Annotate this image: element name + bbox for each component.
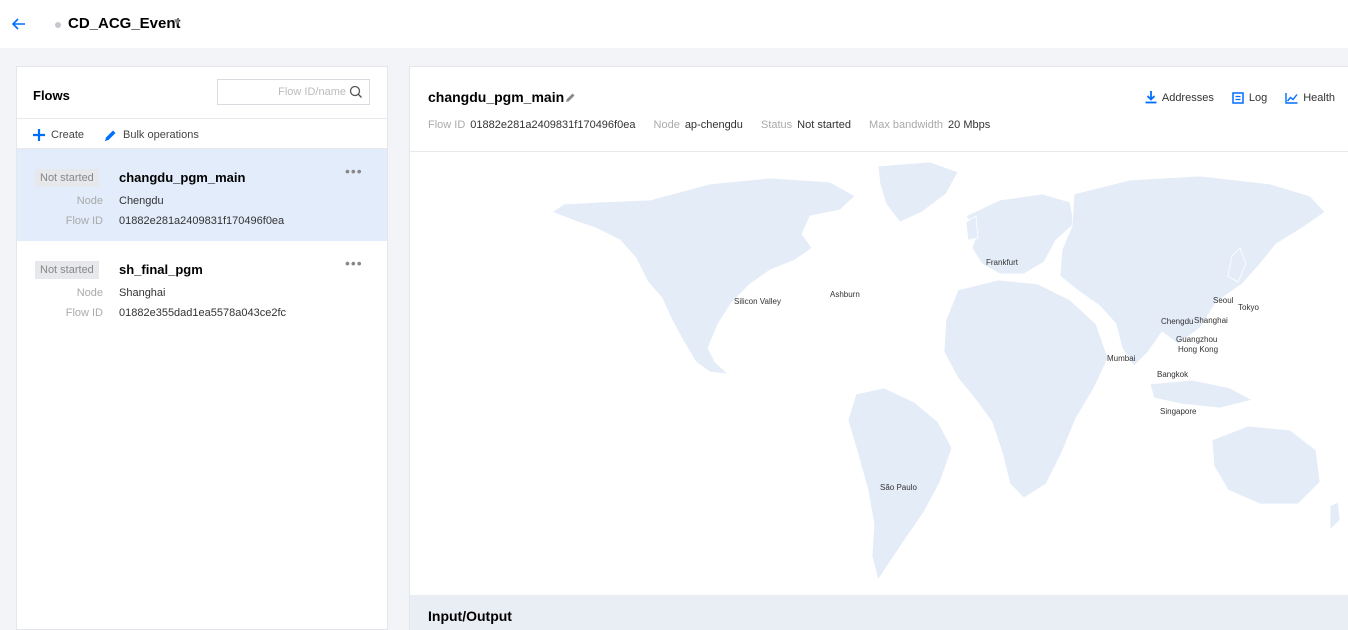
line-chart-icon [1285,92,1298,104]
addresses-button[interactable]: Addresses [1145,91,1214,104]
flows-title: Flows [33,88,70,103]
world-map[interactable]: Frankfurt Ashburn Silicon Valley Seoul T… [410,152,1348,595]
document-icon [1232,91,1244,104]
city-label-shanghai: Shanghai [1194,316,1228,325]
detail-actions: Addresses Log Health [1127,91,1335,104]
divider [17,118,387,119]
flows-panel: Flows Create Bulk operations Not started… [16,66,388,630]
back-button[interactable] [8,13,30,35]
flows-toolbar: Create Bulk operations [33,125,219,145]
node-key: Node [653,119,680,131]
addresses-label: Addresses [1161,91,1214,104]
city-label-silicon-valley: Silicon Valley [734,297,781,306]
flow-name: sh_final_pgm [119,262,203,277]
city-label-singapore: Singapore [1160,407,1197,416]
flow-detail-panel: changdu_pgm_main Addresses Log Health Fl… [409,66,1348,630]
map-europe [965,193,1075,275]
create-label: Create [51,129,85,141]
node-value: ap-chengdu [684,119,743,131]
flow-node: Chengdu [119,195,164,207]
flow-search-box[interactable] [217,79,370,105]
top-bar: CD_ACG_Event ▼ [0,0,1348,48]
input-output-section: Input/Output [410,595,1348,630]
log-label: Log [1248,91,1268,104]
world-map-shapes [551,161,1341,581]
city-label-ashburn: Ashburn [830,290,860,299]
bandwidth-value: 20 Mbps [948,119,991,131]
more-icon[interactable]: ••• [345,255,363,271]
map-north-america [551,177,856,375]
edit-icon[interactable] [565,92,576,103]
health-label: Health [1303,91,1335,104]
input-output-title: Input/Output [428,608,512,624]
plus-icon [33,129,45,141]
download-icon [1145,91,1157,104]
node-key: Node [76,287,103,299]
health-button[interactable]: Health [1285,92,1335,104]
flow-detail-title: changdu_pgm_main [428,89,565,105]
flow-list-item[interactable]: Not started changdu_pgm_main ••• Node Ch… [17,149,387,241]
pencil-icon [105,130,116,141]
map-greenland [877,161,959,223]
flow-id-key: Flow ID [65,307,103,319]
flow-status-badge: Not started [35,169,99,187]
flow-search-input[interactable] [226,86,346,98]
city-label-chengdu: Chengdu [1161,317,1194,326]
flow-id-key: Flow ID [428,119,466,131]
flow-id: 01882e281a2409831f170496f0ea [119,215,285,227]
flow-node: Shanghai [119,287,166,299]
city-label-tokyo: Tokyo [1238,303,1259,312]
map-new-zealand [1329,501,1341,531]
city-label-mumbai: Mumbai [1107,354,1136,363]
city-label-hong-kong: Hong Kong [1178,345,1219,354]
node-key: Node [76,195,103,207]
log-button[interactable]: Log [1232,92,1267,104]
status-value: Not started [797,119,851,131]
flow-id: 01882e355dad1ea5578a043ce2fc [119,307,286,319]
city-label-sao-paulo: São Paulo [880,483,917,492]
map-indonesia [1149,379,1254,409]
bulk-operations-button[interactable]: Bulk operations [104,129,199,142]
flow-id-value: 01882e281a2409831f170496f0ea [470,119,636,131]
city-label-frankfurt: Frankfurt [986,258,1019,267]
city-label-guangzhou: Guangzhou [1176,335,1218,344]
arrow-left-icon [12,18,25,30]
bulk-operations-label: Bulk operations [123,129,199,141]
more-icon[interactable]: ••• [345,163,363,179]
city-label-bangkok: Bangkok [1157,370,1189,379]
map-africa [943,279,1109,499]
flow-meta-row: Flow ID 01882e281a2409831f170496f0ea Node… [428,119,1005,131]
event-status-dot [55,22,61,28]
event-title[interactable]: CD_ACG_Event [68,15,181,32]
map-uk [965,215,979,241]
flow-id-key: Flow ID [65,215,103,227]
search-icon[interactable] [349,85,363,99]
create-button[interactable]: Create [33,129,84,141]
flow-name: changdu_pgm_main [119,170,246,185]
event-dropdown-caret-icon[interactable]: ▼ [172,17,182,28]
map-australia [1211,425,1321,505]
bandwidth-key: Max bandwidth [869,119,944,131]
flow-list-item[interactable]: Not started sh_final_pgm ••• Node Shangh… [17,241,387,333]
city-label-seoul: Seoul [1213,296,1234,305]
status-key: Status [760,119,793,131]
flow-status-badge: Not started [35,261,99,279]
